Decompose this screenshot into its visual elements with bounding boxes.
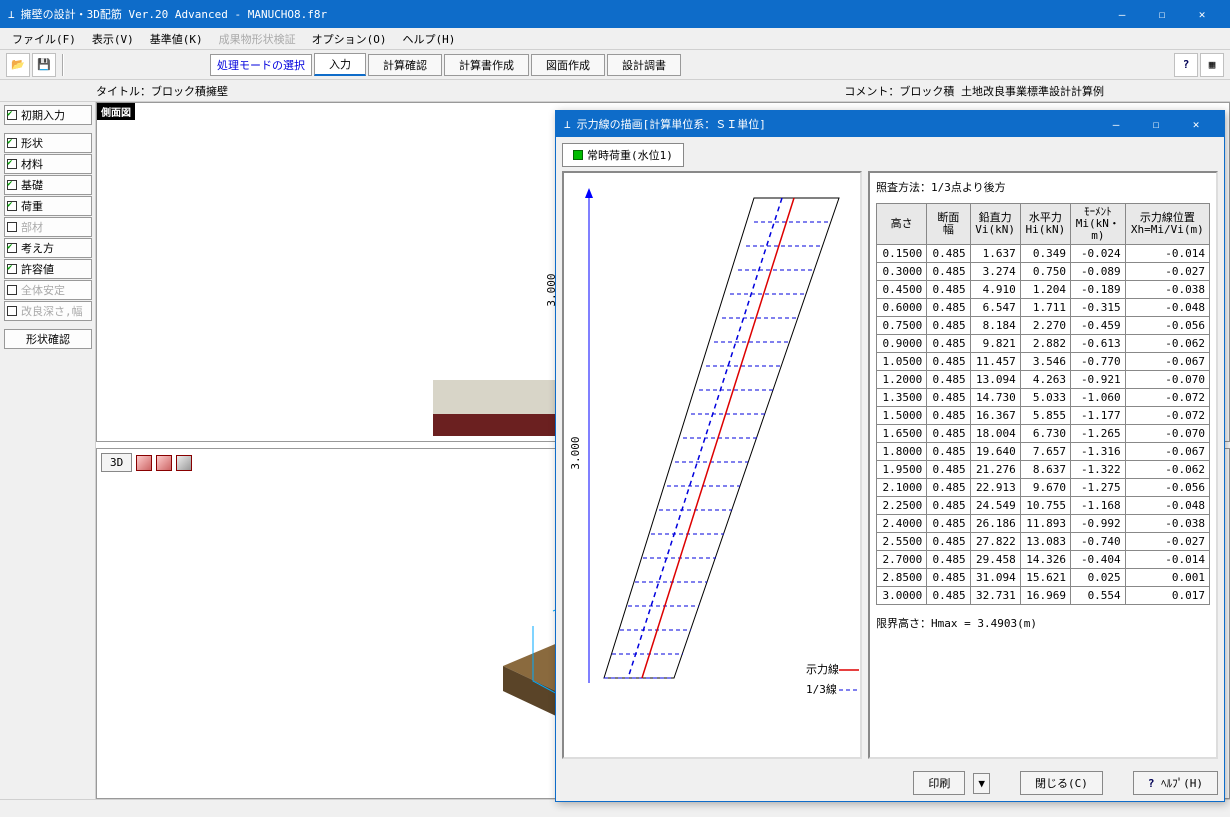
th-xh: 示力線位置 Xh=Mi/Vi(m) xyxy=(1125,204,1209,245)
sidebar-shape[interactable]: 形状 xyxy=(4,133,92,153)
check-method-label: 照査方法：1/3点より後方 xyxy=(876,179,1210,195)
info-row: タイトル：ブロック積擁壁 コメント：ブロック積 土地改良事業標準設計計算例 xyxy=(0,80,1230,102)
print-dropdown[interactable]: ▼ xyxy=(973,773,990,794)
menu-standard[interactable]: 基準値(K) xyxy=(142,29,211,49)
toolbar: 📂 💾 処理モードの選択 入力 計算確認 計算書作成 図面作成 設計調書 ▦ xyxy=(0,50,1230,80)
table-row: 3.00000.48532.73116.9690.5540.017 xyxy=(877,587,1210,605)
table-row: 2.70000.48529.45814.326-0.404-0.014 xyxy=(877,551,1210,569)
force-line-chart: 3.000 xyxy=(562,171,862,759)
th-width: 断面 幅 xyxy=(927,204,970,245)
open-button[interactable]: 📂 xyxy=(6,53,30,77)
sidebar-initial[interactable]: 初期入力 xyxy=(4,105,92,125)
mode-report[interactable]: 計算書作成 xyxy=(444,54,529,76)
table-row: 2.10000.48522.9139.670-1.275-0.056 xyxy=(877,479,1210,497)
menu-file[interactable]: ファイル(F) xyxy=(4,29,84,49)
cube-icon-1[interactable] xyxy=(136,455,152,471)
table-row: 2.40000.48526.18611.893-0.992-0.038 xyxy=(877,515,1210,533)
table-row: 1.80000.48519.6407.657-1.316-0.067 xyxy=(877,443,1210,461)
table-row: 0.30000.4853.2740.750-0.089-0.027 xyxy=(877,263,1210,281)
menu-verify: 成果物形状検証 xyxy=(211,29,304,49)
title-field: タイトル：ブロック積擁壁 xyxy=(96,83,228,99)
close-dialog-button[interactable]: 閉じる(C) xyxy=(1020,771,1103,795)
sidebar-load[interactable]: 荷重 xyxy=(4,196,92,216)
table-row: 1.35000.48514.7305.033-1.060-0.072 xyxy=(877,389,1210,407)
mode-design-book[interactable]: 設計調書 xyxy=(607,54,681,76)
table-row: 0.75000.4858.1842.270-0.459-0.056 xyxy=(877,317,1210,335)
results-table: 高さ 断面 幅 鉛直力 Vi(kN) 水平力 Hi(kN) ﾓｰﾒﾝﾄ Mi(k… xyxy=(876,203,1210,605)
folder-open-icon: 📂 xyxy=(11,58,25,71)
mode-calc-check[interactable]: 計算確認 xyxy=(368,54,442,76)
section-view-title: 側面図 xyxy=(97,103,135,120)
comment-field: コメント：ブロック積 土地改良事業標準設計計算例 xyxy=(844,83,1104,99)
th-vertical: 鉛直力 Vi(kN) xyxy=(970,204,1020,245)
table-row: 1.05000.48511.4573.546-0.770-0.067 xyxy=(877,353,1210,371)
mode-input[interactable]: 入力 xyxy=(314,53,366,76)
svg-text:1/3線: 1/3線 xyxy=(806,682,837,696)
dialog-maximize-button[interactable]: ☐ xyxy=(1136,110,1176,138)
mode-label: 処理モードの選択 xyxy=(210,54,312,76)
menu-help[interactable]: ヘルプ(H) xyxy=(395,29,464,49)
menu-option[interactable]: オプション(O) xyxy=(304,29,395,49)
sidebar-concept[interactable]: 考え方 xyxy=(4,238,92,258)
results-panel: 照査方法：1/3点より後方 高さ 断面 幅 鉛直力 Vi(kN) 水平力 Hi(… xyxy=(868,171,1218,759)
table-row: 2.85000.48531.09415.6210.0250.001 xyxy=(877,569,1210,587)
table-row: 0.45000.4854.9101.204-0.189-0.038 xyxy=(877,281,1210,299)
th-moment: ﾓｰﾒﾝﾄ Mi(kN・ m) xyxy=(1070,204,1125,245)
save-icon: 💾 xyxy=(37,58,51,71)
app-title: 擁壁の設計・3D配筋 Ver.20 Advanced - MANUCHO8.f8… xyxy=(21,6,1102,22)
dialog-minimize-button[interactable]: ― xyxy=(1096,110,1136,138)
table-row: 0.60000.4856.5471.711-0.315-0.048 xyxy=(877,299,1210,317)
menubar: ファイル(F) 表示(V) 基準値(K) 成果物形状検証 オプション(O) ヘル… xyxy=(0,28,1230,50)
cube-icon-3[interactable] xyxy=(176,455,192,471)
table-row: 0.15000.4851.6370.349-0.024-0.014 xyxy=(877,245,1210,263)
main-titlebar: ⊥ 擁壁の設計・3D配筋 Ver.20 Advanced - MANUCHO8.… xyxy=(0,0,1230,28)
sidebar-foundation[interactable]: 基礎 xyxy=(4,175,92,195)
maximize-button[interactable]: ☐ xyxy=(1142,0,1182,28)
table-row: 1.95000.48521.2768.637-1.322-0.062 xyxy=(877,461,1210,479)
close-button[interactable]: ✕ xyxy=(1182,0,1222,28)
sidebar-overall: 全体安定 xyxy=(4,280,92,300)
th-horizontal: 水平力 Hi(kN) xyxy=(1020,204,1070,245)
help-icon xyxy=(1148,777,1155,790)
svg-text:示力線: 示力線 xyxy=(806,662,839,676)
table-row: 1.65000.48518.0046.730-1.265-0.070 xyxy=(877,425,1210,443)
table-row: 0.90000.4859.8212.882-0.613-0.062 xyxy=(877,335,1210,353)
table-row: 2.55000.48527.82213.083-0.740-0.027 xyxy=(877,533,1210,551)
sidebar-improve: 改良深さ,幅 xyxy=(4,301,92,321)
dialog-icon: ⊥ xyxy=(564,118,571,131)
dialog-close-button[interactable]: ✕ xyxy=(1176,110,1216,138)
th-height: 高さ xyxy=(877,204,927,245)
save-button[interactable]: 💾 xyxy=(32,53,56,77)
green-square-icon xyxy=(573,150,583,160)
hmax-label: 限界高さ：Hmax = 3.4903(m) xyxy=(876,615,1210,631)
print-button[interactable]: 印刷 xyxy=(913,771,965,795)
table-row: 1.50000.48516.3675.855-1.177-0.072 xyxy=(877,407,1210,425)
window-icon: ▦ xyxy=(1209,58,1216,71)
load-case-tab[interactable]: 常時荷重(水位1) xyxy=(562,143,684,167)
window-button[interactable]: ▦ xyxy=(1200,53,1224,77)
sidebar: 初期入力 形状 材料 基礎 荷重 部材 考え方 許容値 全体安定 改良深さ,幅 … xyxy=(0,102,96,799)
minimize-button[interactable]: ― xyxy=(1102,0,1142,28)
help-dialog-button[interactable]: ﾍﾙﾌﾟ(H) xyxy=(1133,771,1218,795)
force-line-dialog: ⊥ 示力線の描画[計算単位系：ＳＩ単位] ― ☐ ✕ 常時荷重(水位1) 3.0… xyxy=(555,110,1225,802)
app-icon: ⊥ xyxy=(8,8,15,21)
dialog-title: 示力線の描画[計算単位系：ＳＩ単位] xyxy=(577,116,1096,132)
sidebar-member: 部材 xyxy=(4,217,92,237)
3d-button[interactable]: 3D xyxy=(101,453,132,472)
svg-text:3.000: 3.000 xyxy=(569,436,582,469)
sidebar-allow[interactable]: 許容値 xyxy=(4,259,92,279)
help-button[interactable] xyxy=(1174,53,1198,77)
sidebar-material[interactable]: 材料 xyxy=(4,154,92,174)
table-row: 1.20000.48513.0944.263-0.921-0.070 xyxy=(877,371,1210,389)
menu-view[interactable]: 表示(V) xyxy=(84,29,142,49)
cube-icon-2[interactable] xyxy=(156,455,172,471)
sidebar-confirm-shape[interactable]: 形状確認 xyxy=(4,329,92,349)
help-icon xyxy=(1183,58,1190,71)
table-row: 2.25000.48524.54910.755-1.168-0.048 xyxy=(877,497,1210,515)
mode-drawing[interactable]: 図面作成 xyxy=(531,54,605,76)
